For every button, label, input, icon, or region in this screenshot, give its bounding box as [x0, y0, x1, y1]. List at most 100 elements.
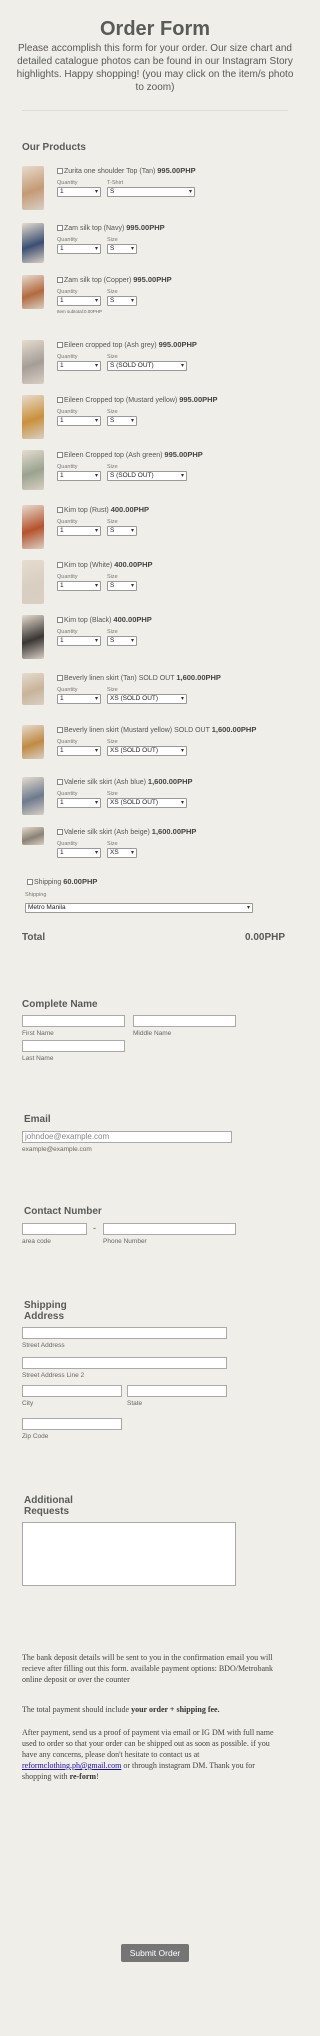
- product-photo[interactable]: [22, 166, 44, 210]
- quantity-label: Quantity: [57, 574, 78, 580]
- product-label[interactable]: Kim top (Rust) 400.00PHP: [57, 505, 149, 514]
- product-price: 400.00PHP: [114, 560, 153, 569]
- size-select[interactable]: S (SOLD OUT): [107, 361, 187, 371]
- product-photo[interactable]: [22, 827, 44, 845]
- size-select[interactable]: XS (SOLD OUT): [107, 798, 187, 808]
- size-select[interactable]: S: [107, 416, 137, 426]
- product-photo[interactable]: [22, 223, 44, 263]
- contact-heading: Contact Number: [24, 1206, 102, 1217]
- product-label[interactable]: Eileen Cropped top (Ash green) 995.00PHP: [57, 450, 203, 459]
- payment-info-1: The bank deposit details will be sent to…: [22, 1653, 274, 1684]
- address-heading: Shipping Address: [24, 1300, 67, 1322]
- requests-textarea[interactable]: [22, 1522, 236, 1586]
- email-input[interactable]: johndoe@example.com: [22, 1131, 232, 1143]
- product-checkbox[interactable]: [57, 507, 63, 513]
- product-checkbox[interactable]: [57, 452, 63, 458]
- product-name: Zurita one shoulder Top (Tan): [64, 168, 156, 175]
- size-select[interactable]: XS (SOLD OUT): [107, 746, 187, 756]
- quantity-select[interactable]: 1: [57, 296, 101, 306]
- product-name: Kim top (Rust): [64, 507, 109, 514]
- product-item: Kim top (White) 400.00PHP Quantity Size 1S: [22, 560, 282, 614]
- product-checkbox[interactable]: [57, 675, 63, 681]
- product-price: 995.00PHP: [157, 166, 196, 175]
- zip-input[interactable]: [22, 1418, 122, 1430]
- size-select[interactable]: S: [107, 581, 137, 591]
- product-price: 995.00PHP: [133, 275, 172, 284]
- product-label[interactable]: Zam silk top (Copper) 995.00PHP: [57, 275, 172, 284]
- product-checkbox[interactable]: [57, 342, 63, 348]
- product-item: Valerie silk skirt (Ash blue) 1,600.00PH…: [22, 777, 282, 825]
- size-select[interactable]: XS (SOLD OUT): [107, 694, 187, 704]
- state-input[interactable]: [127, 1385, 227, 1397]
- product-photo[interactable]: [22, 275, 44, 309]
- quantity-label: Quantity: [57, 354, 78, 360]
- product-label[interactable]: Beverly linen skirt (Tan) SOLD OUT 1,600…: [57, 673, 221, 682]
- product-name: Beverly linen skirt (Mustard yellow) SOL…: [64, 727, 210, 734]
- product-checkbox[interactable]: [57, 779, 63, 785]
- product-checkbox[interactable]: [57, 397, 63, 403]
- street1-input[interactable]: [22, 1327, 227, 1339]
- quantity-select[interactable]: 1: [57, 848, 101, 858]
- middle-name-input[interactable]: [133, 1015, 236, 1027]
- shipping-select-label: Shipping: [25, 892, 47, 898]
- city-input[interactable]: [22, 1385, 122, 1397]
- quantity-select[interactable]: 1: [57, 244, 101, 254]
- last-name-input[interactable]: [22, 1040, 125, 1052]
- size-select[interactable]: XS: [107, 848, 137, 858]
- contact-email-link[interactable]: reformclothing.ph@gmail.com: [22, 1761, 121, 1770]
- product-checkbox[interactable]: [57, 562, 63, 568]
- product-photo[interactable]: [22, 777, 44, 815]
- product-checkbox[interactable]: [57, 727, 63, 733]
- product-photo[interactable]: [22, 615, 44, 659]
- size-select[interactable]: S: [107, 187, 195, 197]
- quantity-select[interactable]: 1: [57, 798, 101, 808]
- area-code-input[interactable]: [22, 1223, 87, 1235]
- product-label[interactable]: Valerie silk skirt (Ash beige) 1,600.00P…: [57, 827, 196, 836]
- shipping-checkbox[interactable]: [27, 879, 33, 885]
- size-select[interactable]: S (SOLD OUT): [107, 471, 187, 481]
- quantity-select[interactable]: 1: [57, 746, 101, 756]
- product-name: Zam silk top (Copper): [64, 277, 132, 284]
- product-checkbox[interactable]: [57, 277, 63, 283]
- product-photo[interactable]: [22, 450, 44, 490]
- phone-input[interactable]: [103, 1223, 236, 1235]
- shipping-select[interactable]: Metro Manila: [25, 903, 253, 913]
- product-label[interactable]: Kim top (Black) 400.00PHP: [57, 615, 152, 624]
- size-select[interactable]: S: [107, 296, 137, 306]
- quantity-select[interactable]: 1: [57, 187, 101, 197]
- size-select[interactable]: S: [107, 526, 137, 536]
- first-name-input[interactable]: [22, 1015, 125, 1027]
- product-photo[interactable]: [22, 560, 44, 604]
- product-label[interactable]: Zam silk top (Navy) 995.00PHP: [57, 223, 165, 232]
- product-photo[interactable]: [22, 505, 44, 549]
- product-item: Zam silk top (Copper) 995.00PHP Quantity S…: [22, 275, 282, 319]
- product-price: 1,600.00PHP: [147, 777, 193, 786]
- product-label[interactable]: Beverly linen skirt (Mustard yellow) SOL…: [57, 725, 256, 734]
- product-checkbox[interactable]: [57, 829, 63, 835]
- street2-input[interactable]: [22, 1357, 227, 1369]
- product-label[interactable]: Valerie silk skirt (Ash blue) 1,600.00PH…: [57, 777, 193, 786]
- product-checkbox[interactable]: [57, 168, 63, 174]
- submit-order-button[interactable]: Submit Order: [121, 1944, 189, 1962]
- size-select[interactable]: S: [107, 244, 137, 254]
- product-label[interactable]: Zurita one shoulder Top (Tan) 995.00PHP: [57, 166, 196, 175]
- product-checkbox[interactable]: [57, 225, 63, 231]
- product-checkbox[interactable]: [57, 617, 63, 623]
- quantity-select[interactable]: 1: [57, 694, 101, 704]
- product-photo[interactable]: [22, 725, 44, 759]
- quantity-select[interactable]: 1: [57, 526, 101, 536]
- product-price: 1,600.00PHP: [176, 673, 221, 682]
- quantity-select[interactable]: 1: [57, 361, 101, 371]
- quantity-select[interactable]: 1: [57, 581, 101, 591]
- quantity-select[interactable]: 1: [57, 636, 101, 646]
- shipping-option[interactable]: Shipping 60.00PHP: [27, 877, 97, 886]
- size-select[interactable]: S: [107, 636, 137, 646]
- product-label[interactable]: Eileen Cropped top (Mustard yellow) 995.…: [57, 395, 218, 404]
- product-label[interactable]: Kim top (White) 400.00PHP: [57, 560, 153, 569]
- quantity-select[interactable]: 1: [57, 471, 101, 481]
- product-photo[interactable]: [22, 673, 44, 705]
- product-label[interactable]: Eileen cropped top (Ash grey) 995.00PHP: [57, 340, 197, 349]
- product-photo[interactable]: [22, 395, 44, 439]
- product-photo[interactable]: [22, 340, 44, 384]
- quantity-select[interactable]: 1: [57, 416, 101, 426]
